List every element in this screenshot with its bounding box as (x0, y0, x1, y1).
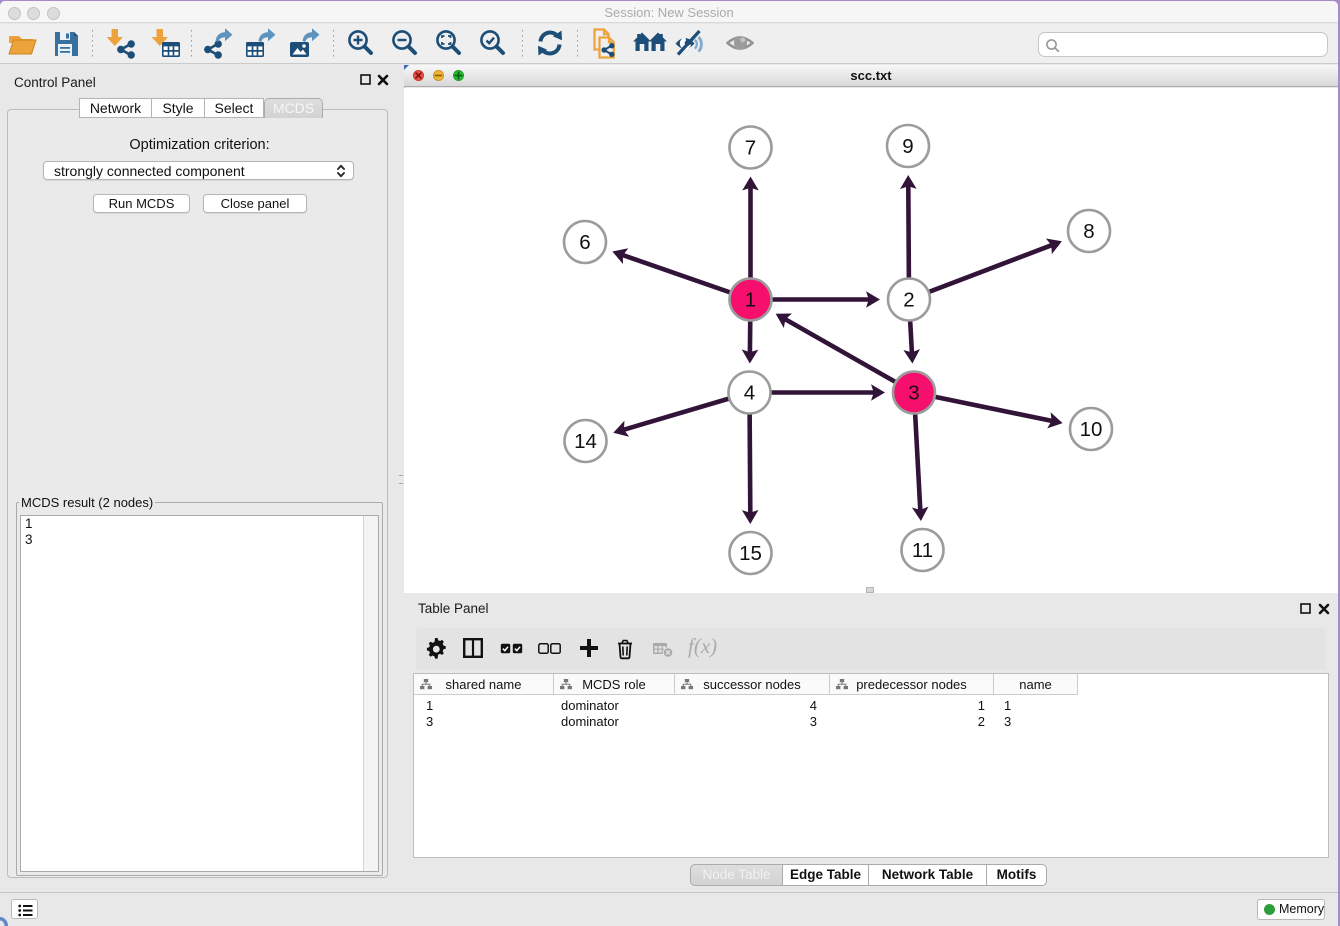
svg-text:6: 6 (579, 231, 590, 254)
svg-text:8: 8 (1083, 220, 1094, 243)
svg-text:7: 7 (745, 136, 756, 159)
svg-text:10: 10 (1080, 418, 1103, 441)
svg-text:3: 3 (908, 381, 919, 404)
svg-text:4: 4 (744, 381, 755, 404)
svg-text:1: 1 (745, 288, 756, 311)
svg-text:11: 11 (912, 539, 933, 562)
svg-text:9: 9 (902, 135, 913, 158)
svg-text:2: 2 (903, 288, 914, 311)
svg-text:14: 14 (574, 430, 597, 453)
svg-text:15: 15 (739, 542, 762, 565)
